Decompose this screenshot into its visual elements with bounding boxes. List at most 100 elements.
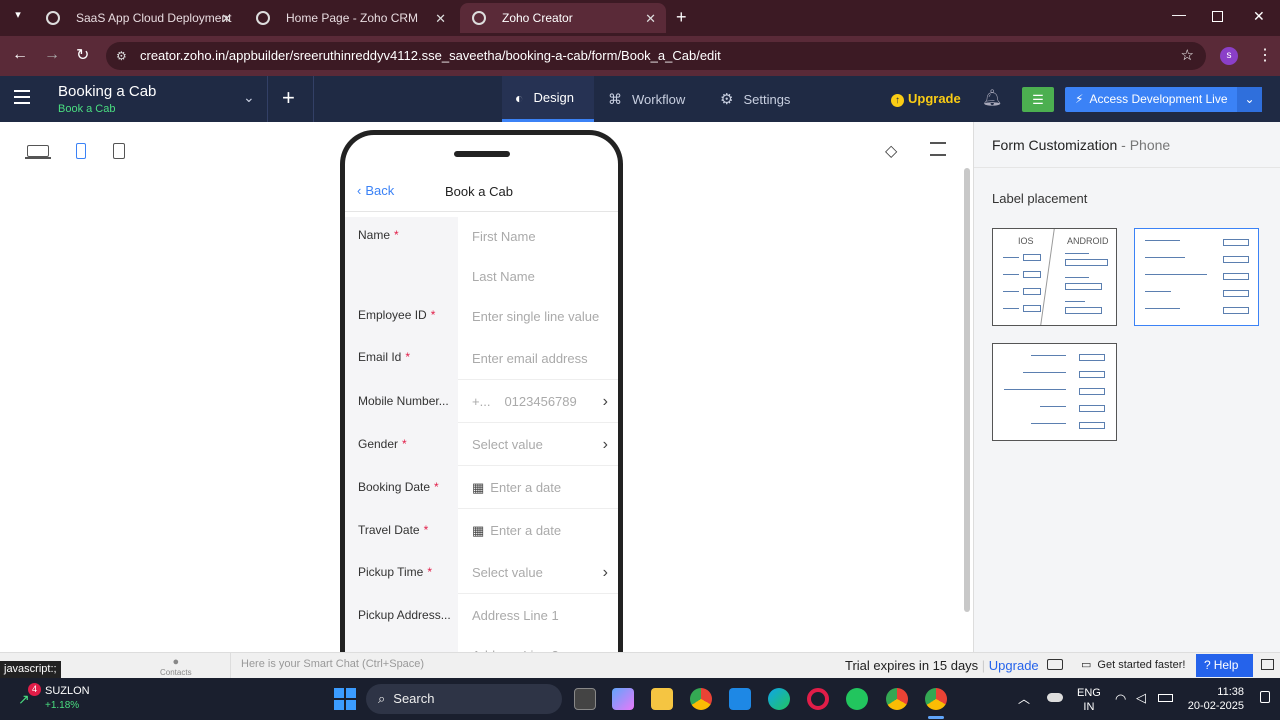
contacts-button[interactable]: ● Contacts — [160, 656, 192, 677]
onedrive-icon[interactable] — [1047, 693, 1063, 702]
tab-settings[interactable]: ⚙ Settings — [718, 76, 818, 122]
field-row: Booking Date * ▦ Enter a date — [345, 466, 618, 509]
site-info-icon[interactable]: ⚙ — [116, 42, 127, 70]
email-input[interactable]: Enter email address — [458, 337, 618, 380]
field-row: Name * First Name — [345, 215, 618, 258]
label-placement-option-left[interactable] — [1134, 228, 1259, 326]
url-field[interactable]: ⚙ creator.zoho.in/appbuilder/sreeruthinr… — [106, 42, 1206, 70]
tablet-icon[interactable] — [113, 143, 125, 159]
store-icon[interactable] — [729, 688, 751, 710]
back-button[interactable]: ← — [12, 46, 28, 64]
tab-workflow-label: Workflow — [632, 91, 686, 107]
label-placement-option-native[interactable]: IOS ANDROID — [992, 228, 1117, 326]
clock[interactable]: 11:38 20-02-2025 — [1188, 685, 1244, 713]
close-window-button[interactable]: ✕ — [1253, 8, 1265, 25]
keyboard-icon[interactable] — [1047, 659, 1063, 670]
travel-date-input[interactable]: ▦ Enter a date — [458, 509, 618, 552]
mobile-number-input[interactable]: +... 0123456789 › — [458, 380, 618, 423]
android-label: ANDROID — [1067, 236, 1109, 246]
minimize-button[interactable]: — — [1172, 6, 1186, 22]
app-switcher-chevron-icon[interactable]: ⌄ — [243, 89, 255, 106]
chrome-active-icon[interactable] — [925, 688, 947, 710]
copilot-icon[interactable] — [612, 688, 634, 710]
get-started-button[interactable]: ▭ Get started faster! — [1081, 658, 1185, 671]
tab-list-button[interactable]: ▾ — [8, 8, 28, 28]
upgrade-button[interactable]: ↑ Upgrade — [891, 91, 961, 107]
access-live-button[interactable]: ⚡︎ Access Development Live — [1065, 87, 1237, 112]
laptop-icon[interactable] — [27, 145, 49, 157]
close-icon[interactable]: ✕ — [221, 11, 232, 27]
close-icon[interactable]: ✕ — [645, 11, 656, 27]
reload-button[interactable]: ↻ — [76, 45, 89, 65]
form-customization-panel: Form Customization - Phone Label placeme… — [973, 122, 1280, 652]
pickup-time-select[interactable]: Select value › — [458, 551, 618, 594]
phone-speaker — [454, 151, 510, 157]
close-icon[interactable]: ✕ — [435, 11, 446, 27]
notification-icon[interactable] — [1260, 691, 1270, 703]
tab-zoho-creator[interactable]: Zoho Creator ✕ — [460, 3, 666, 33]
stock-widget[interactable]: ↗ 4 SUZLON +1.18% — [18, 683, 98, 715]
new-tab-button[interactable]: + — [676, 7, 687, 28]
field-row: Email Id * Enter email address — [345, 337, 618, 380]
upgrade-label: Upgrade — [908, 91, 961, 106]
booking-date-placeholder: Enter a date — [490, 480, 562, 495]
chat-icon[interactable] — [1261, 659, 1274, 670]
volume-icon[interactable]: ◁ — [1136, 690, 1146, 706]
clock-time: 11:38 — [1217, 686, 1244, 698]
chevron-right-icon: › — [602, 436, 608, 453]
bell-icon[interactable]: 🔔︎ — [982, 88, 1002, 108]
tab-saas[interactable]: SaaS App Cloud Deployment ✕ — [34, 3, 242, 33]
taskbar-search[interactable]: ⌕ Search — [366, 684, 562, 714]
smart-chat-input[interactable]: Here is your Smart Chat (Ctrl+Space) — [241, 658, 424, 670]
field-label: Mobile Number... — [358, 394, 449, 408]
access-live-dropdown-icon[interactable]: ⌄ — [1237, 87, 1262, 112]
label-placement-option-right[interactable] — [992, 343, 1117, 441]
hamburger-menu-icon[interactable] — [14, 90, 30, 104]
list-view-button[interactable]: ☰ — [1022, 87, 1054, 112]
app-subtitle: Book a Cab — [58, 103, 116, 115]
back-link[interactable]: ‹ Back — [357, 183, 394, 198]
tab-label: Zoho Creator — [502, 11, 573, 25]
battery-icon[interactable] — [1158, 694, 1173, 702]
language-indicator[interactable]: ENG IN — [1077, 686, 1101, 714]
clock-date: 20-02-2025 — [1187, 700, 1244, 712]
help-button[interactable]: ? Help — [1196, 654, 1253, 677]
divider — [313, 76, 314, 122]
canvas-scrollbar[interactable] — [964, 168, 970, 612]
gender-select[interactable]: Select value › — [458, 423, 618, 466]
upgrade-link[interactable]: Upgrade — [989, 658, 1039, 673]
tab-workflow[interactable]: ⌘ Workflow — [606, 76, 706, 122]
maximize-button[interactable] — [1212, 11, 1223, 22]
chrome-profile-icon[interactable] — [886, 688, 908, 710]
theme-paint-icon[interactable]: ◇ — [885, 141, 897, 161]
tab-design[interactable]: ◐ Design — [502, 76, 594, 122]
add-button[interactable]: + — [282, 85, 295, 111]
last-name-input[interactable]: Last Name — [458, 255, 618, 298]
chrome-icon[interactable] — [690, 688, 712, 710]
country-code[interactable]: +... — [472, 394, 490, 409]
tab-zoho-crm[interactable]: Home Page - Zoho CRM ✕ — [244, 3, 456, 33]
edge-icon[interactable] — [768, 688, 790, 710]
form-properties-icon[interactable] — [930, 142, 946, 156]
employee-id-input[interactable]: Enter single line value — [458, 295, 618, 338]
browser-menu-icon[interactable]: ⋮ — [1257, 45, 1273, 65]
task-view-icon[interactable] — [574, 688, 596, 710]
opera-icon[interactable] — [807, 688, 829, 710]
start-button[interactable] — [334, 688, 356, 710]
first-name-input[interactable]: First Name — [458, 215, 618, 258]
chevron-up-icon[interactable]: ︿ — [1018, 690, 1030, 707]
profile-avatar[interactable]: s — [1220, 47, 1238, 65]
search-icon: ⌕ — [378, 691, 386, 706]
phone-icon[interactable] — [76, 143, 86, 159]
booking-date-input[interactable]: ▦ Enter a date — [458, 466, 618, 509]
wifi-icon[interactable]: ◠ — [1115, 691, 1126, 707]
forward-button[interactable]: → — [44, 46, 60, 64]
whatsapp-icon[interactable] — [846, 688, 868, 710]
tab-label: Home Page - Zoho CRM — [286, 11, 419, 25]
contacts-label: Contacts — [160, 668, 192, 677]
star-icon[interactable]: ☆ — [1181, 42, 1194, 70]
address-line1-input[interactable]: Address Line 1 — [458, 594, 618, 637]
browser-tab-bar: ▾ SaaS App Cloud Deployment ✕ Home Page … — [0, 0, 1280, 36]
file-explorer-icon[interactable] — [651, 688, 673, 710]
field-row: Last Name — [345, 255, 618, 298]
